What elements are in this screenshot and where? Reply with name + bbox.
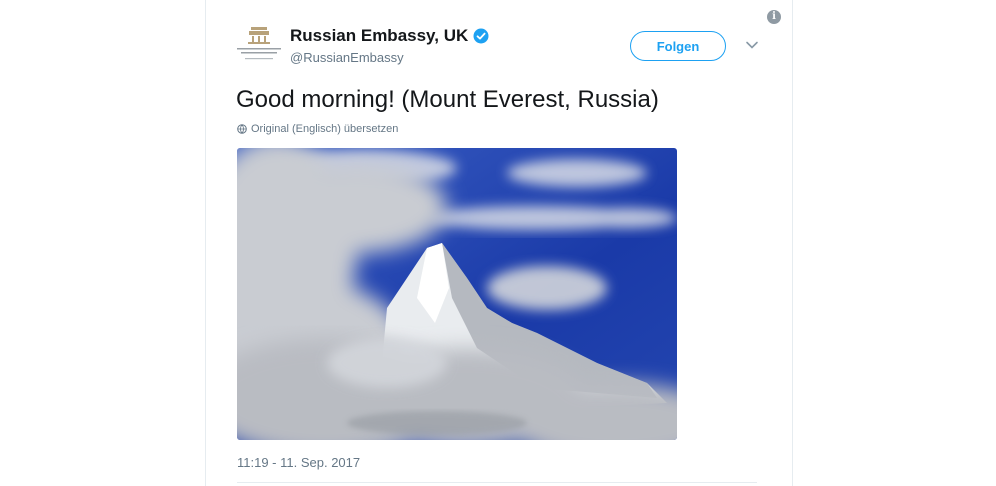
avatar[interactable] <box>233 23 285 67</box>
author-name-label[interactable]: Russian Embassy, UK <box>290 26 468 46</box>
divider <box>237 482 757 483</box>
verified-badge-icon <box>473 28 489 44</box>
info-icon[interactable]: i <box>767 10 781 24</box>
author-name[interactable]: Russian Embassy, UK <box>290 26 489 46</box>
follow-button[interactable]: Folgen <box>630 31 726 61</box>
translate-link[interactable]: Original (Englisch) übersetzen <box>237 123 398 135</box>
timestamp[interactable]: 11:19 - 11. Sep. 2017 <box>237 455 360 470</box>
tweet-text: Good morning! (Mount Everest, Russia) <box>236 86 659 113</box>
translate-label[interactable]: Original (Englisch) übersetzen <box>251 123 398 135</box>
globe-icon <box>237 124 247 134</box>
author-handle[interactable]: @RussianEmbassy <box>290 50 404 65</box>
tweet-image[interactable] <box>237 148 677 440</box>
chevron-down-icon[interactable] <box>745 40 759 50</box>
